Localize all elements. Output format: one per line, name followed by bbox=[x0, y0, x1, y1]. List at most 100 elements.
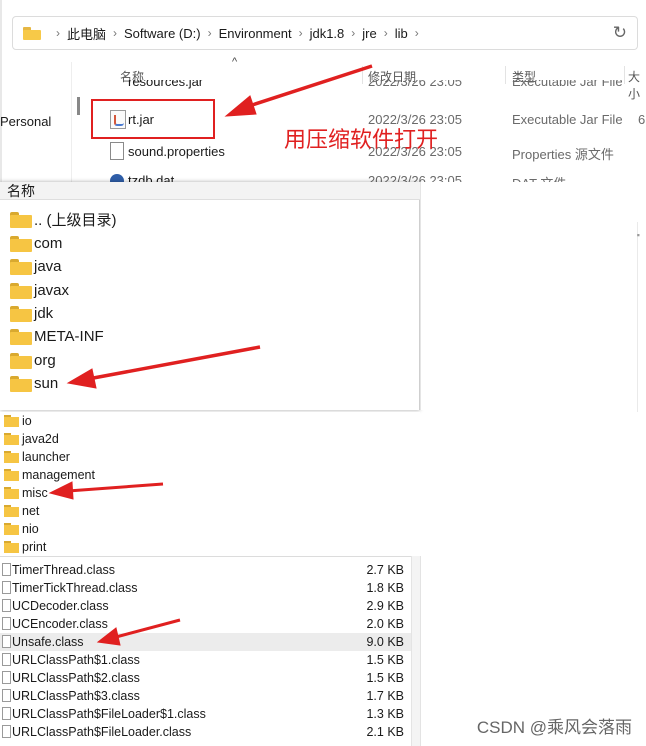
item-label: management bbox=[22, 468, 95, 482]
class-file-icon bbox=[2, 689, 11, 702]
table-row[interactable]: URLClassPath$3.class 1.7 KB bbox=[0, 687, 420, 705]
scrollbar[interactable] bbox=[411, 556, 420, 746]
item-label: print bbox=[22, 540, 47, 554]
column-header-name[interactable]: 名称 bbox=[0, 182, 420, 200]
folder-icon bbox=[10, 235, 32, 252]
file-size: 2.1 KB bbox=[366, 725, 404, 739]
file-size: 1.3 KB bbox=[366, 707, 404, 721]
chevron-right-icon: › bbox=[351, 26, 356, 40]
list-item[interactable]: management bbox=[4, 466, 95, 484]
list-item-misc[interactable]: misc bbox=[4, 484, 48, 502]
folder-icon bbox=[4, 415, 19, 427]
table-row[interactable]: UCDecoder.class 2.9 KB bbox=[0, 597, 420, 615]
table-row[interactable]: TimerTickThread.class 1.8 KB bbox=[0, 579, 420, 597]
chevron-right-icon: › bbox=[56, 26, 60, 40]
class-file-icon bbox=[2, 635, 11, 648]
file-name: UCDecoder.class bbox=[12, 599, 109, 613]
annotation-text: 用压缩软件打开 bbox=[284, 128, 439, 153]
class-file-icon bbox=[2, 599, 11, 612]
breadcrumb-item[interactable]: jre bbox=[362, 26, 376, 41]
file-name: Unsafe.class bbox=[12, 635, 84, 649]
breadcrumb-item[interactable]: 此电脑 bbox=[67, 24, 106, 43]
list-item[interactable]: java2d bbox=[4, 430, 59, 448]
list-item[interactable]: javax bbox=[10, 279, 69, 302]
list-item[interactable]: launcher bbox=[4, 448, 70, 466]
file-row[interactable]: tzdb.dat 2022/3/26 23:05 DAT 文件 bbox=[108, 168, 646, 182]
folder-icon bbox=[10, 328, 32, 345]
file-type: DAT 文件 bbox=[512, 173, 566, 182]
item-label: javax bbox=[34, 282, 70, 299]
breadcrumb-item[interactable]: jdk1.8 bbox=[310, 26, 345, 41]
table-row[interactable]: URLClassPath$FileLoader.class 2.1 KB bbox=[0, 723, 420, 741]
class-file-icon bbox=[2, 671, 11, 684]
file-modified: 2022/3/26 23:05 bbox=[368, 80, 462, 89]
item-label: nio bbox=[22, 522, 39, 536]
file-row[interactable]: resources.jar 2022/3/26 23:05 Executable… bbox=[108, 80, 646, 94]
chevron-right-icon: › bbox=[298, 26, 303, 40]
file-type: Executable Jar File bbox=[512, 112, 623, 127]
scroll-mark-icon: ▪ bbox=[636, 230, 640, 240]
list-item[interactable]: com bbox=[10, 232, 62, 255]
table-row[interactable]: UCEncoder.class 2.0 KB bbox=[0, 615, 420, 633]
file-name: resources.jar bbox=[128, 80, 204, 89]
file-type: Properties 源文件 bbox=[512, 147, 614, 162]
archive-root-list: 名称 .. (上级目录) com java javax jdk META-INF… bbox=[0, 182, 420, 410]
file-size: 1.8 KB bbox=[366, 581, 404, 595]
list-item[interactable]: java bbox=[10, 255, 62, 278]
table-row-unsafe[interactable]: Unsafe.class 9.0 KB bbox=[0, 633, 420, 651]
navigation-pane: Personal bbox=[0, 62, 80, 182]
list-item[interactable]: org bbox=[10, 349, 56, 372]
breadcrumb-item[interactable]: lib bbox=[395, 26, 408, 41]
refresh-icon[interactable]: ↻ bbox=[613, 23, 627, 43]
class-file-icon bbox=[2, 563, 11, 576]
folder-icon bbox=[4, 433, 19, 445]
list-item[interactable]: .. (上级目录) bbox=[10, 208, 117, 231]
class-file-icon bbox=[2, 581, 11, 594]
file-size: 6 bbox=[638, 112, 646, 127]
file-type: Executable Jar File bbox=[512, 80, 623, 89]
breadcrumb-item[interactable]: Environment bbox=[219, 26, 292, 41]
list-item[interactable]: net bbox=[4, 502, 39, 520]
list-item[interactable]: META-INF bbox=[10, 325, 104, 348]
watermark: CSDN @乘风会落雨 bbox=[476, 718, 632, 737]
file-size: 1.5 KB bbox=[366, 671, 404, 685]
table-row[interactable]: TimerThread.class 2.7 KB bbox=[0, 561, 420, 579]
address-bar[interactable]: › 此电脑 › Software (D:) › Environment › jd… bbox=[12, 16, 638, 50]
table-row[interactable]: URLClassPath$1.class 1.5 KB bbox=[0, 651, 420, 669]
file-size: 2.0 KB bbox=[366, 617, 404, 631]
list-item[interactable]: io bbox=[4, 412, 32, 430]
file-name: URLClassPath$FileLoader$1.class bbox=[12, 707, 206, 721]
folder-icon bbox=[4, 505, 19, 517]
item-label: misc bbox=[22, 486, 48, 500]
list-item[interactable]: jdk bbox=[10, 302, 53, 325]
screenshot-collage: › 此电脑 › Software (D:) › Environment › jd… bbox=[0, 0, 646, 746]
class-file-icon bbox=[2, 707, 11, 720]
file-size: 2.7 KB bbox=[366, 563, 404, 577]
folder-icon bbox=[4, 469, 19, 481]
folder-icon bbox=[10, 352, 32, 369]
file-size: 1.5 KB bbox=[366, 653, 404, 667]
table-row[interactable]: URLClassPath$FileLoader$1.class 1.3 KB bbox=[0, 705, 420, 723]
chevron-right-icon: › bbox=[113, 26, 118, 40]
item-label: net bbox=[22, 504, 40, 518]
item-label: .. (上级目录) bbox=[34, 212, 117, 229]
file-name: tzdb.dat bbox=[128, 173, 175, 182]
breadcrumb-item[interactable]: Software (D:) bbox=[124, 26, 201, 41]
folder-icon bbox=[23, 26, 41, 40]
document-file-icon bbox=[110, 142, 124, 160]
nav-item-personal[interactable]: Personal bbox=[0, 114, 51, 129]
class-file-icon bbox=[2, 617, 11, 630]
table-row[interactable]: URLClassPath$2.class 1.5 KB bbox=[0, 669, 420, 687]
sort-ascending-icon: ^ bbox=[232, 56, 238, 68]
nav-scrollbar[interactable] bbox=[77, 97, 80, 115]
folder-icon bbox=[4, 523, 19, 535]
file-size: 1.7 KB bbox=[366, 689, 404, 703]
list-item-sun[interactable]: sun bbox=[10, 372, 58, 395]
chevron-right-icon: › bbox=[383, 26, 388, 40]
file-name: TimerThread.class bbox=[12, 563, 116, 577]
class-file-icon bbox=[2, 653, 11, 666]
item-label: com bbox=[34, 235, 63, 252]
highlight-box bbox=[91, 99, 215, 139]
list-item[interactable]: print bbox=[4, 538, 46, 556]
list-item[interactable]: nio bbox=[4, 520, 39, 538]
